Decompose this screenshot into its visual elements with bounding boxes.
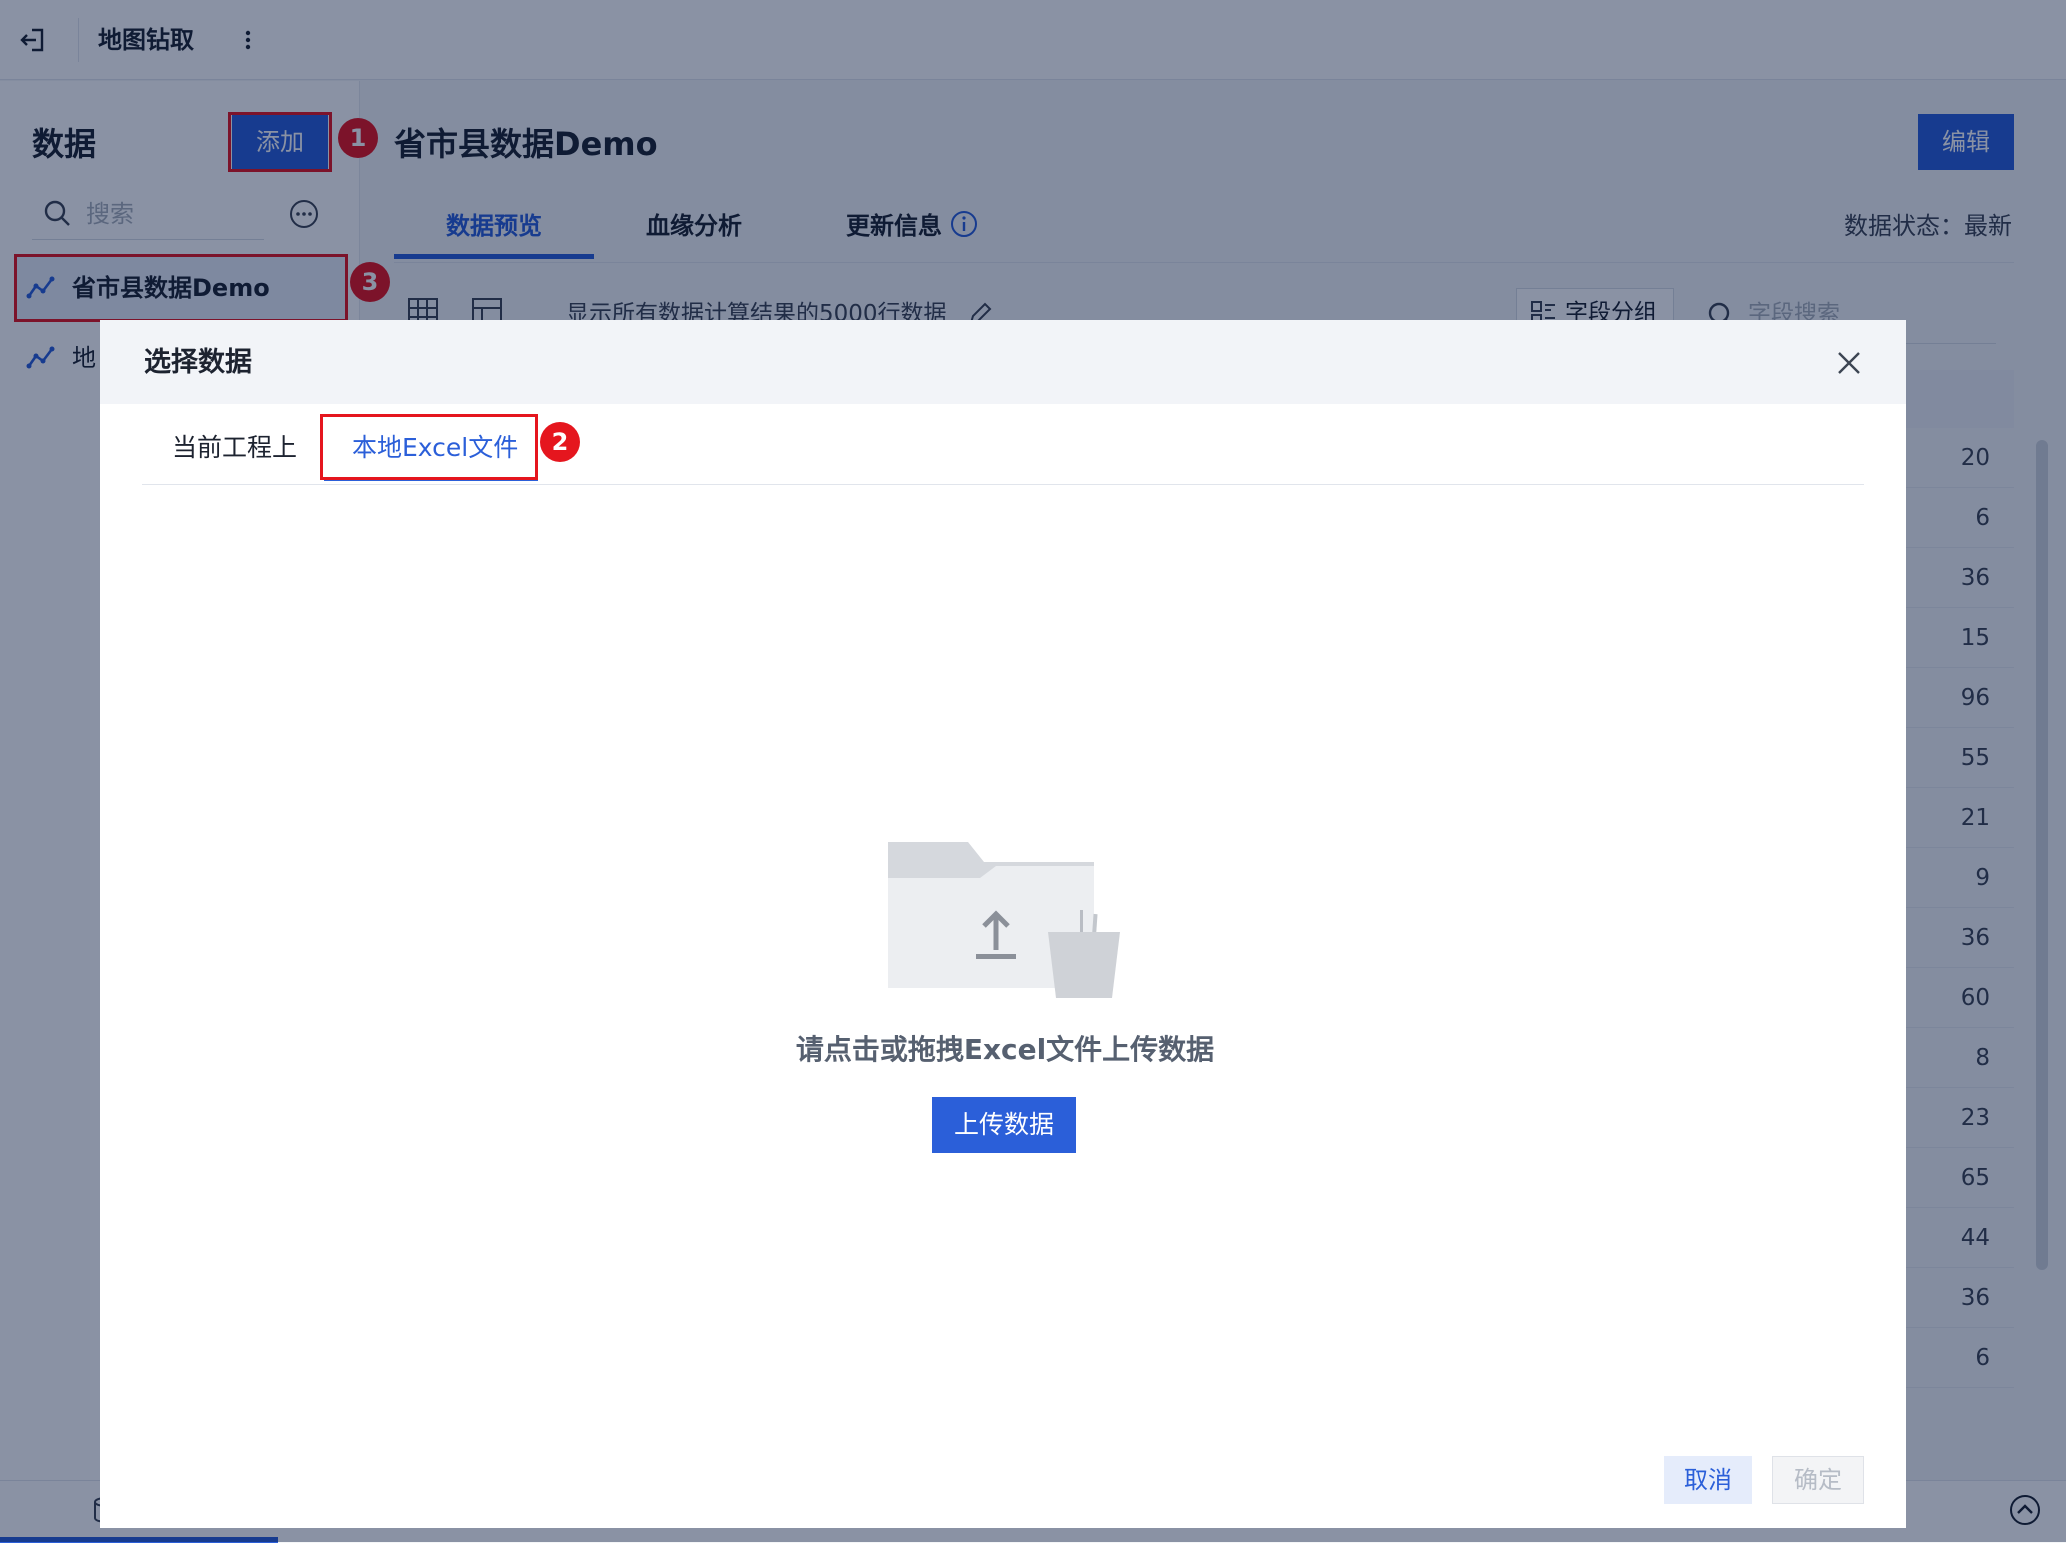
- cancel-button[interactable]: 取消: [1664, 1456, 1752, 1504]
- upload-hint: 请点击或拖拽Excel文件上传数据: [795, 1033, 1215, 1066]
- dialog-header: [100, 320, 1906, 404]
- confirm-button: 确定: [1772, 1456, 1864, 1504]
- tabs-divider: [142, 484, 1864, 485]
- dialog-title: 选择数据: [144, 347, 252, 378]
- folder-upload-icon[interactable]: [880, 838, 1120, 1000]
- tab-current-project[interactable]: 当前工程上: [172, 430, 297, 466]
- annotation-box-excel-tab: [320, 414, 538, 480]
- annotation-badge-2: 2: [540, 422, 580, 462]
- upload-data-button[interactable]: 上传数据: [932, 1097, 1076, 1153]
- close-icon[interactable]: [1834, 348, 1864, 378]
